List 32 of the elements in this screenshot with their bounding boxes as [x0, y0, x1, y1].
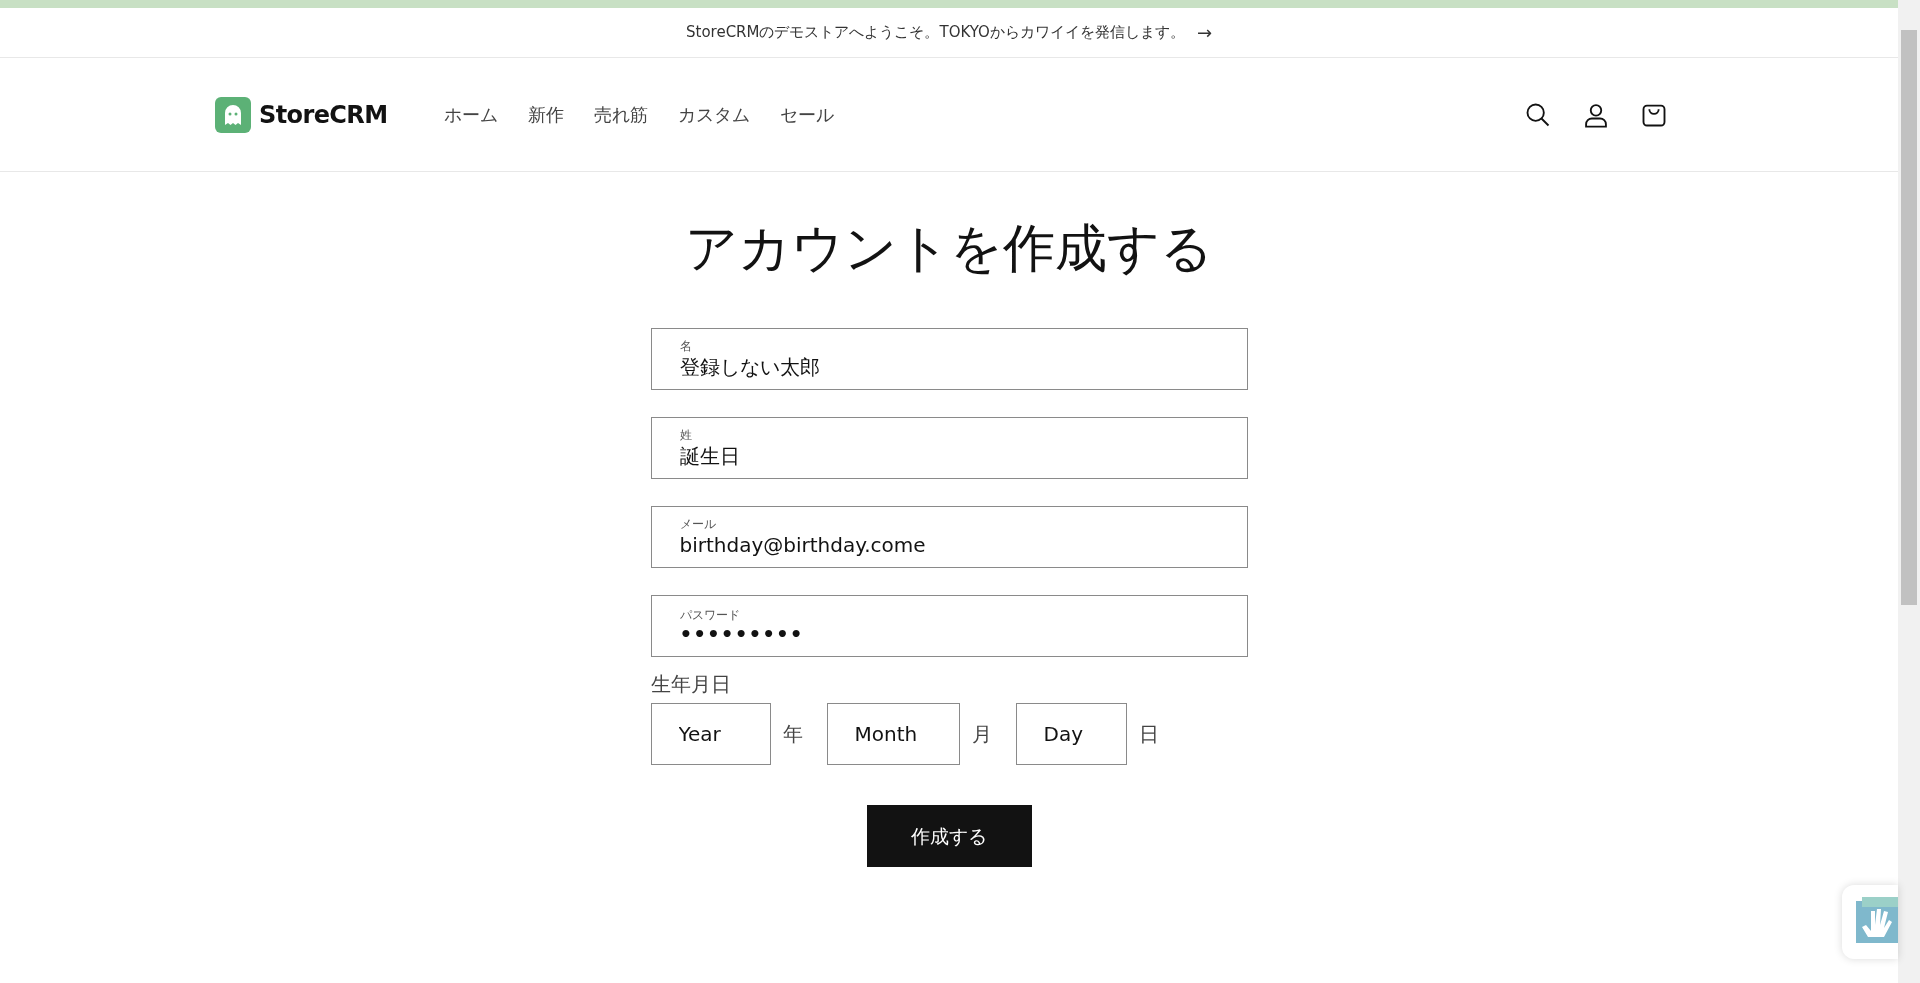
date-unit: 月: [971, 721, 992, 748]
field-label: 名: [679, 338, 693, 354]
nav-link[interactable]: ホーム: [443, 101, 498, 128]
announcement-arrow[interactable]: →: [1196, 19, 1212, 46]
announcement-text: StoreCRMのデモストアへようこそ。TOKYOからカワイイを発信します。: [686, 22, 1185, 44]
scrollbar[interactable]: [1898, 0, 1920, 983]
field-value: birthday@birthday.come: [679, 532, 927, 558]
date-unit: 年: [782, 721, 803, 748]
create-account-button[interactable]: 作成する: [866, 805, 1032, 867]
date-select[interactable]: Year: [650, 703, 771, 765]
birthday-label: 生年月日: [650, 671, 732, 698]
field-value: •••••••••: [679, 623, 805, 645]
field-label: パスワード: [679, 607, 741, 623]
field-label: メール: [679, 516, 717, 532]
input-field[interactable]: パスワード •••••••••: [650, 595, 1248, 657]
nav-link[interactable]: 売れ筋: [593, 101, 648, 128]
field-label: 姓: [679, 427, 693, 443]
input-field[interactable]: メール birthday@birthday.come: [650, 506, 1248, 568]
date-select[interactable]: Month: [826, 703, 960, 765]
nav-link[interactable]: 新作: [527, 101, 564, 128]
field-value: 誕生日: [679, 443, 741, 469]
date-select[interactable]: Day: [1015, 703, 1127, 765]
nav-link[interactable]: カスタム: [677, 101, 750, 128]
input-field[interactable]: 名 登録しない太郎: [650, 328, 1248, 390]
scrollbar-thumb[interactable]: [1901, 30, 1917, 605]
field-value: 登録しない太郎: [679, 354, 821, 380]
logo-text[interactable]: StoreCRM: [259, 96, 388, 133]
page-title: アカウントを作成する: [685, 217, 1213, 280]
input-field[interactable]: 姓 誕生日: [650, 417, 1248, 479]
date-unit: 日: [1138, 721, 1159, 748]
ghost-logo-icon: [215, 96, 251, 133]
nav-link[interactable]: セール: [779, 101, 834, 128]
